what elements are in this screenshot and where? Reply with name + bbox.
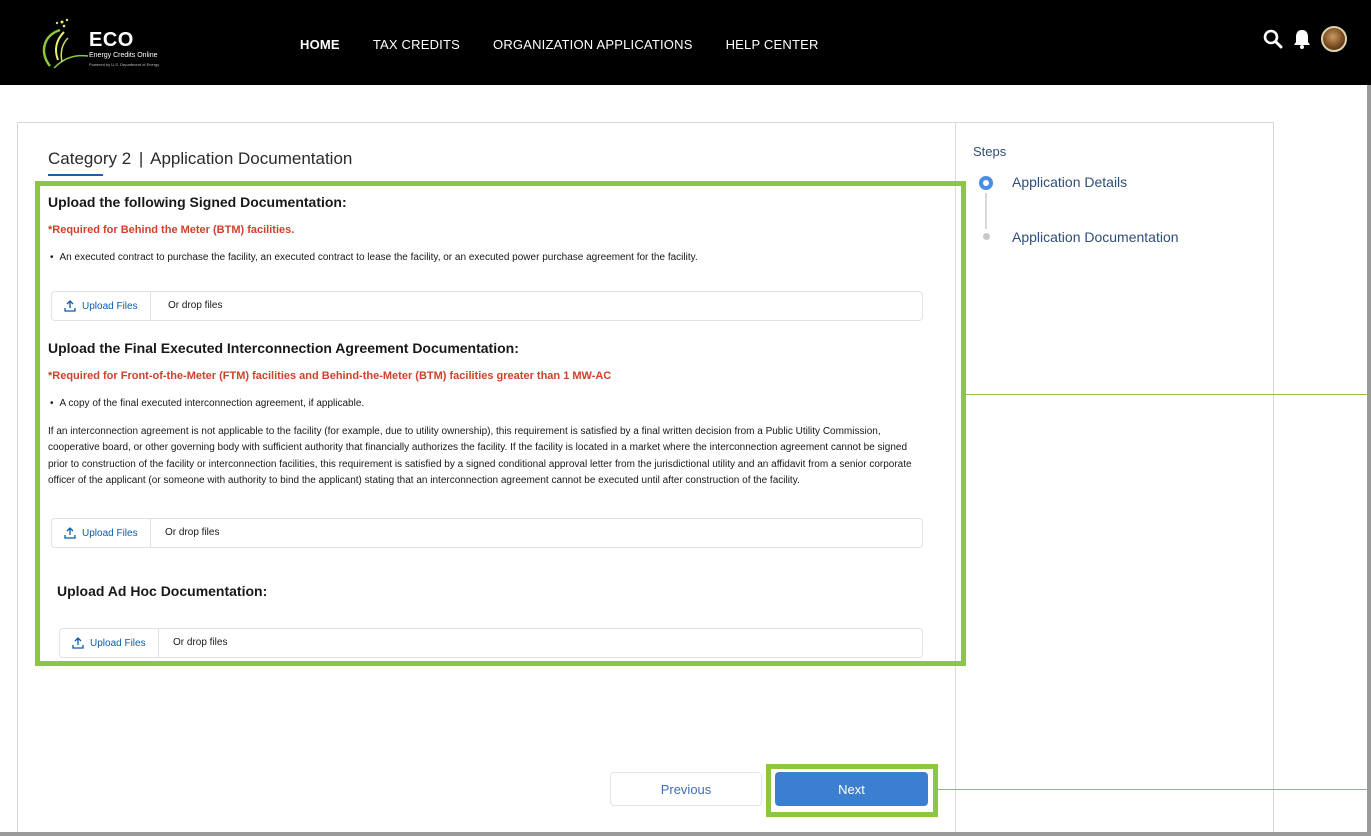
page-title: Category 2 | Application Documentation (48, 149, 352, 169)
search-icon[interactable] (1263, 29, 1283, 49)
previous-button[interactable]: Previous (610, 772, 762, 806)
page-title-underline (48, 174, 103, 176)
highlight-leader-line (966, 394, 1367, 395)
logo-title: ECO (89, 29, 134, 51)
nav-help-center[interactable]: HELP CENTER (726, 37, 819, 52)
window-edge-bottom (0, 832, 1371, 836)
highlight-next-button (766, 764, 938, 817)
step-current-indicator-icon (979, 176, 993, 190)
page-title-text: Application Documentation (150, 149, 353, 168)
step-application-documentation[interactable]: Application Documentation (1012, 229, 1179, 245)
step-connector (985, 193, 987, 229)
highlight-leader-line (938, 789, 1367, 790)
logo-subtitle: Energy Credits Online (89, 52, 158, 59)
page-title-separator: | (138, 149, 144, 168)
main-nav: HOME TAX CREDITS ORGANIZATION APPLICATIO… (300, 37, 852, 52)
page-title-prefix: Category 2 (48, 149, 132, 168)
bell-icon[interactable] (1291, 28, 1313, 50)
header-actions (1263, 26, 1347, 52)
eco-logo[interactable]: ECO Energy Credits Online Powered by U.S… (32, 14, 212, 74)
top-navigation-bar: ECO Energy Credits Online Powered by U.S… (0, 0, 1371, 85)
nav-tax-credits[interactable]: TAX CREDITS (373, 37, 460, 52)
step-upcoming-indicator-icon (983, 233, 990, 240)
nav-home[interactable]: HOME (300, 37, 340, 52)
window-edge-right (1367, 85, 1371, 836)
avatar[interactable] (1321, 26, 1347, 52)
leaf-logo-icon (42, 18, 89, 69)
highlight-upload-sections (35, 181, 966, 666)
logo-tagline: Powered by U.S. Department of Energy (89, 62, 160, 67)
steps-title: Steps (973, 144, 1007, 159)
step-application-details[interactable]: Application Details (1012, 174, 1127, 190)
nav-organization-applications[interactable]: ORGANIZATION APPLICATIONS (493, 37, 693, 52)
